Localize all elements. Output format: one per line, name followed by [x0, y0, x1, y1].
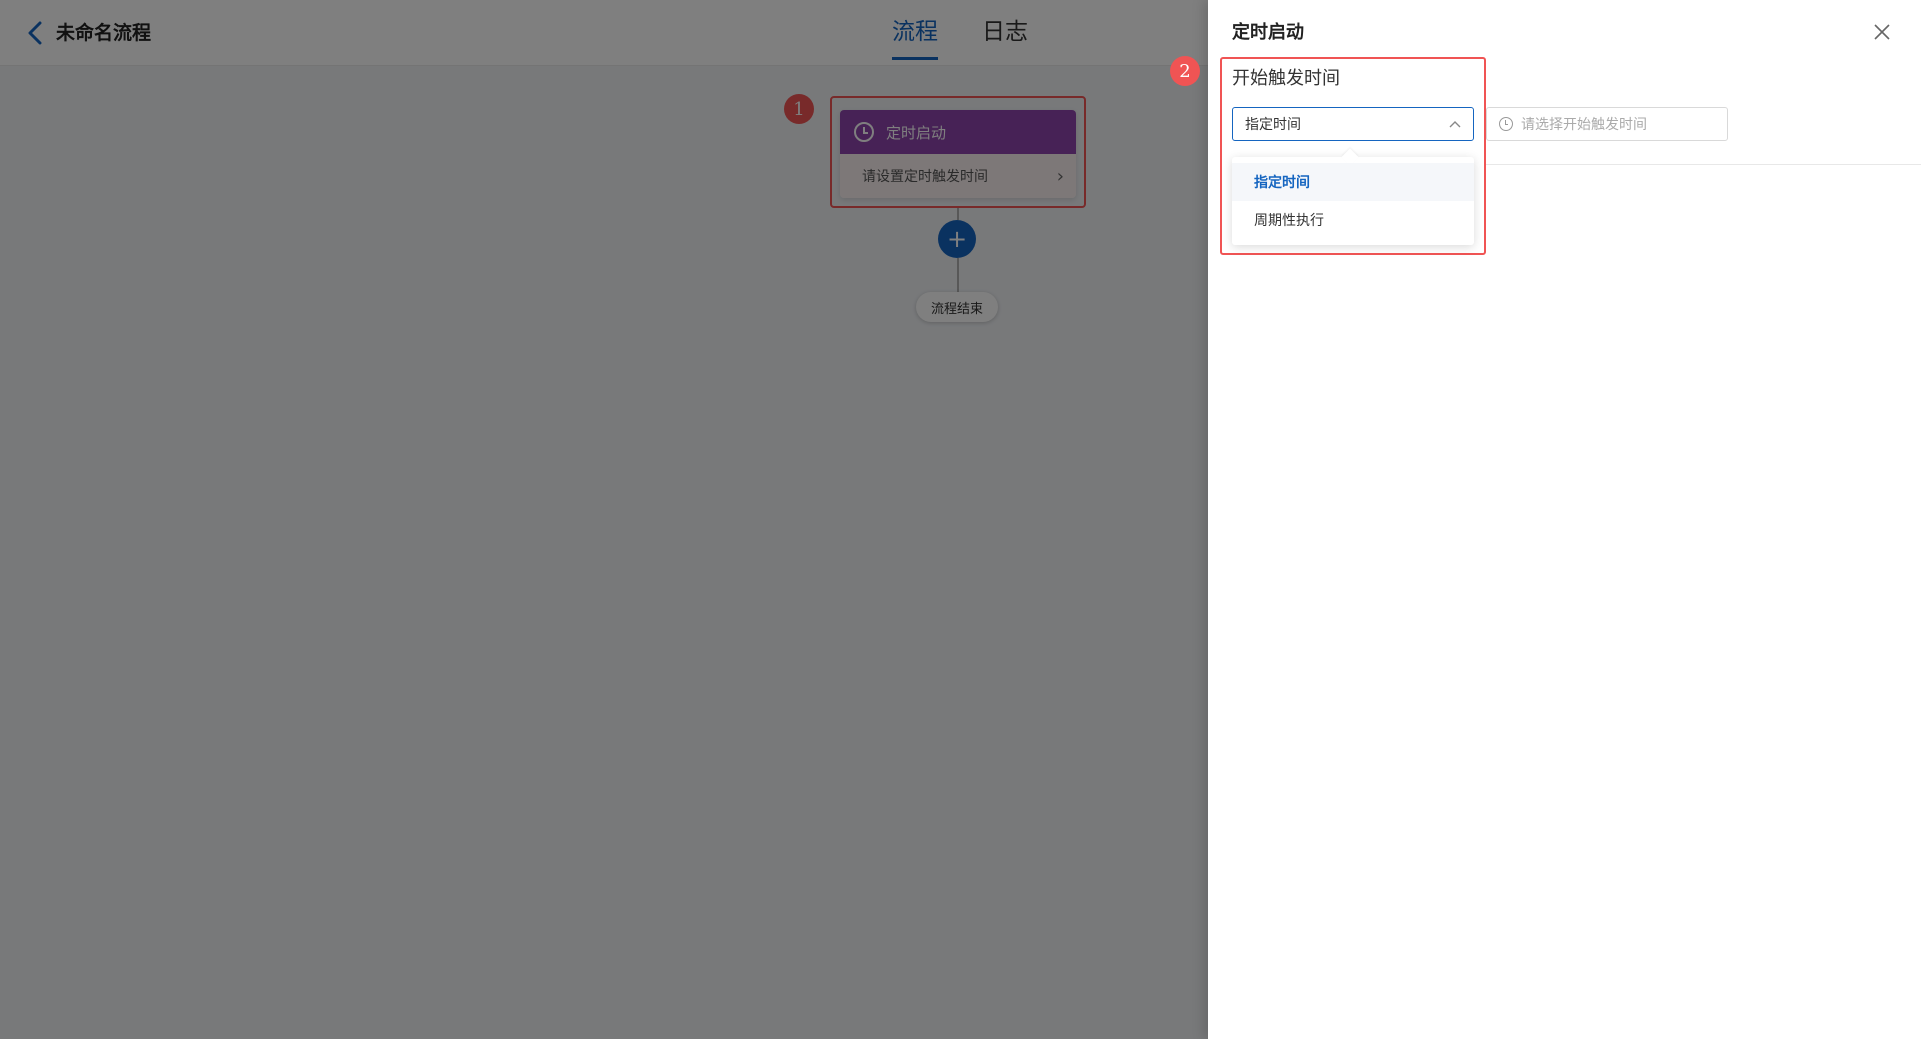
trigger-time-label: 开始触发时间 — [1232, 68, 1340, 89]
close-icon — [1874, 24, 1890, 40]
select-value: 指定时间 — [1245, 117, 1301, 133]
option-periodic[interactable]: 周期性执行 — [1232, 201, 1474, 239]
clock-icon — [1499, 117, 1513, 131]
start-time-input[interactable]: 请选择开始触发时间 — [1486, 107, 1728, 141]
option-specified-time[interactable]: 指定时间 — [1232, 163, 1474, 201]
divider — [1486, 164, 1921, 165]
trigger-mode-dropdown: 指定时间 周期性执行 — [1232, 157, 1474, 245]
chevron-up-icon — [1449, 121, 1461, 128]
start-time-placeholder: 请选择开始触发时间 — [1521, 117, 1647, 133]
close-button[interactable] — [1870, 20, 1894, 44]
annotation-badge-2: 2 — [1170, 56, 1200, 86]
drawer-title: 定时启动 — [1232, 22, 1304, 43]
settings-drawer: 2 定时启动 开始触发时间 指定时间 请选择开始触发时间 指定时间 周期性执行 — [1170, 0, 1921, 1039]
trigger-mode-select[interactable]: 指定时间 — [1232, 107, 1474, 141]
